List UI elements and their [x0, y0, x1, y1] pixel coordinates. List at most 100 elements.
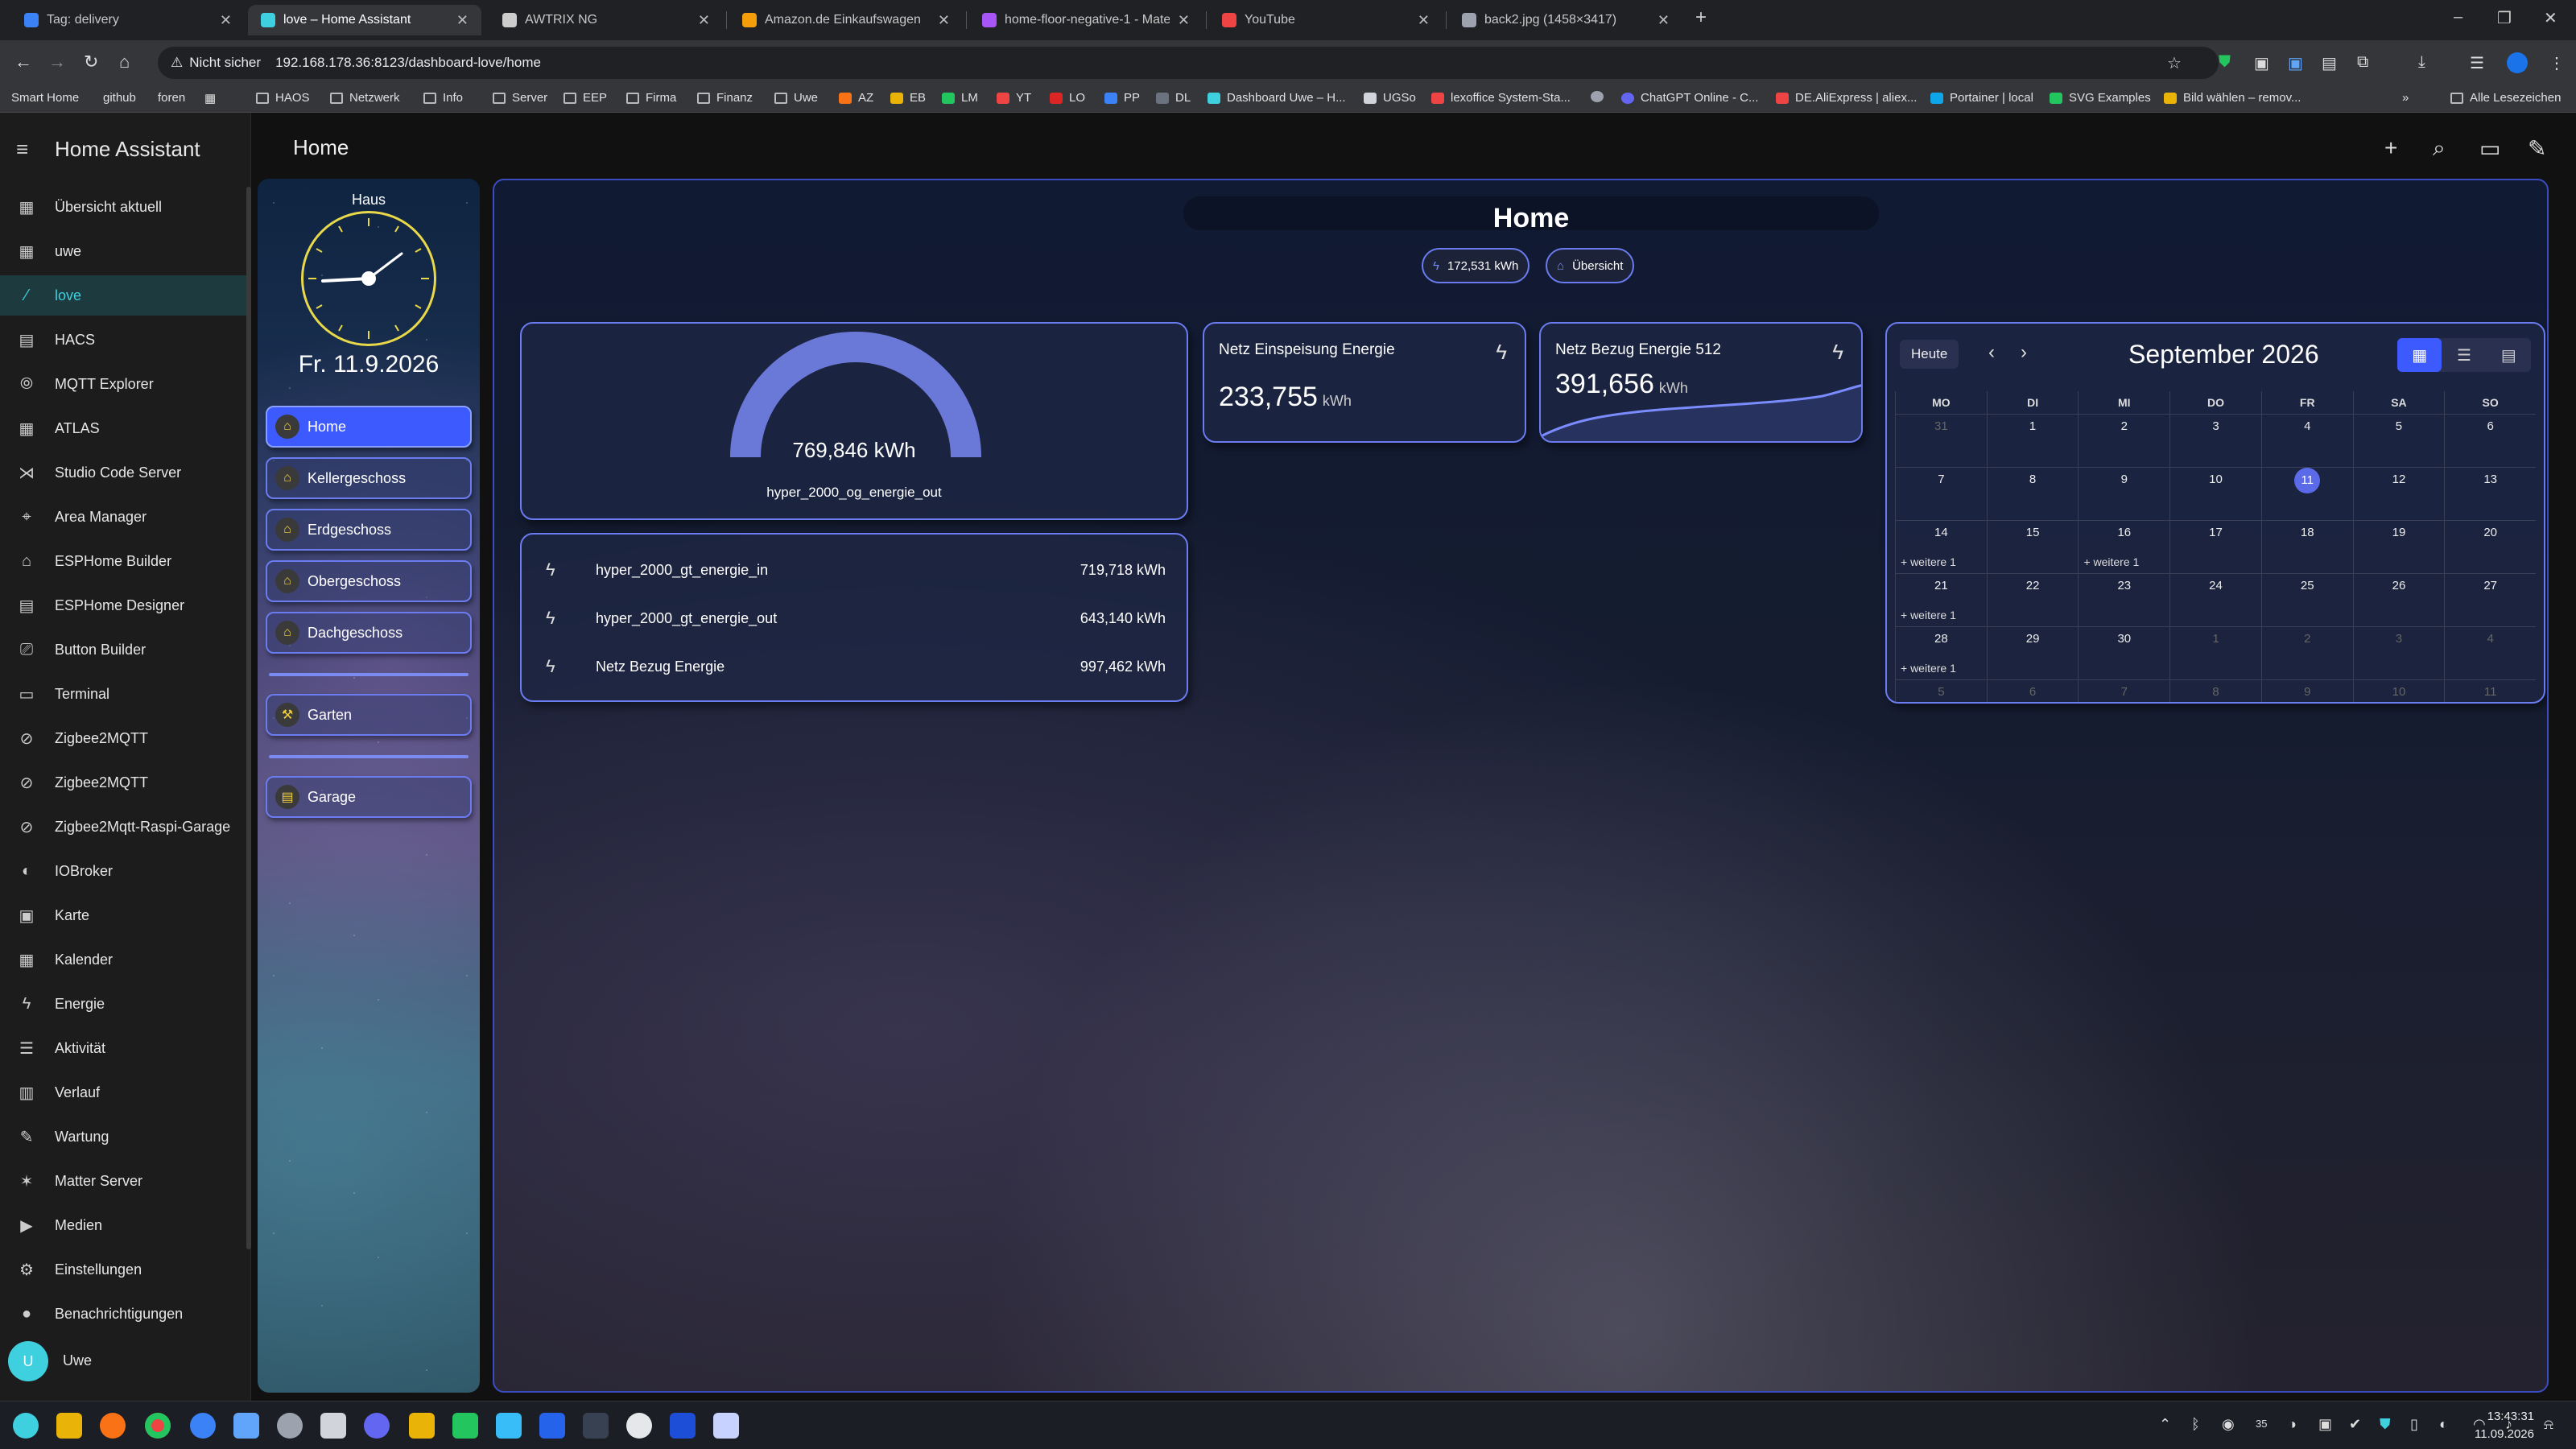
close-icon[interactable]: ✕ [220, 12, 232, 29]
bookmark-folder[interactable]: Alle Lesezeichen [2450, 91, 2561, 105]
sidebar-item[interactable]: ☰ Aktivität [0, 1028, 246, 1068]
calendar-day-cell[interactable]: 11 [2444, 680, 2536, 702]
list-view-icon[interactable]: ☰ [2442, 338, 2486, 372]
app-icon[interactable] [320, 1413, 346, 1439]
bookmark-folder[interactable]: Info [423, 91, 463, 105]
app-icon[interactable] [277, 1413, 303, 1439]
month-view-icon[interactable]: ▦ [2397, 338, 2442, 372]
close-icon[interactable]: ✕ [1418, 12, 1430, 29]
calendar-day-cell[interactable]: 28 + weitere 1 [1895, 627, 1987, 679]
gauge-card[interactable]: 769,846 kWh hyper_2000_og_energie_out [520, 322, 1188, 520]
bluetooth-icon[interactable]: ᛒ [2191, 1416, 2200, 1433]
calendar-day-cell[interactable]: 5 [1895, 680, 1987, 702]
start-icon[interactable] [13, 1413, 39, 1439]
chatgpt-icon[interactable] [626, 1413, 652, 1439]
bookmark-folder[interactable]: Netzwerk [330, 91, 400, 105]
week-view-icon[interactable]: ▤ [2487, 338, 2531, 372]
bookmark-item[interactable]: YT [997, 91, 1031, 105]
bookmark-item[interactable]: Smart Home [11, 91, 79, 105]
reload-icon[interactable]: ↻ [84, 52, 98, 72]
calendar-day-cell[interactable]: 21 + weitere 1 [1895, 574, 1987, 626]
more-vert-icon[interactable]: ⋮ [2549, 53, 2565, 73]
calendar-day-cell[interactable]: 9 [2078, 468, 2169, 520]
calendar-day-cell[interactable]: 20 [2444, 521, 2536, 573]
extension-icon[interactable]: ▣ [2288, 53, 2303, 73]
app-icon[interactable] [670, 1413, 696, 1439]
bookmark-item[interactable]: EB [890, 91, 926, 105]
calendar-day-cell[interactable]: 3 [2352, 627, 2445, 679]
app-icon[interactable] [190, 1413, 216, 1439]
sidebar-item[interactable]: ⊘ Zigbee2Mqtt-Raspi-Garage [0, 807, 246, 847]
bookmark-item[interactable] [1591, 91, 1610, 102]
bookmark-item[interactable]: Dashboard Uwe – H... [1208, 91, 1346, 105]
forward-icon[interactable]: → [48, 52, 66, 72]
bookmark-item[interactable]: DL [1156, 91, 1191, 105]
bookmark-item[interactable]: Portainer | local [1930, 91, 2033, 105]
more-events-link[interactable]: + weitere 1 [1901, 555, 1956, 568]
calendar-day-cell[interactable]: 8 [2169, 680, 2261, 702]
calendar-day-cell[interactable]: 27 [2444, 574, 2536, 626]
browser-tab[interactable]: AWTRIX NG ✕ [489, 5, 723, 35]
today-button[interactable]: Heute [1900, 340, 1959, 369]
calendar-day-cell[interactable]: 22 [1986, 574, 2079, 626]
chevron-left-icon[interactable]: ‹ [1988, 341, 1995, 364]
calendar-day-cell[interactable]: 6 [2444, 415, 2536, 467]
more-events-link[interactable]: + weitere 1 [2083, 555, 2139, 568]
room-button-erdgeschoss[interactable]: ⌂ Erdgeschoss [266, 509, 472, 551]
entity-row[interactable]: ϟ hyper_2000_gt_energie_out 643,140 kWh [546, 602, 1166, 634]
bookmark-item[interactable]: SVG Examples [2050, 91, 2151, 105]
calendar-day-cell[interactable]: 10 [2169, 468, 2261, 520]
browser-tab[interactable]: home-floor-negative-1 - Mater ✕ [969, 5, 1203, 35]
battery-icon[interactable]: ▯ [2410, 1416, 2418, 1433]
sidebar-item[interactable]: ▦ ATLAS [0, 408, 246, 448]
security-label[interactable]: Nicht sicher [189, 55, 261, 71]
entity-row[interactable]: ϟ hyper_2000_gt_energie_in 719,718 kWh [546, 554, 1166, 586]
calendar-day-cell[interactable]: 15 [1986, 521, 2079, 573]
room-button-dachgeschoss[interactable]: ⌂ Dachgeschoss [266, 612, 472, 654]
room-button-kellergeschoss[interactable]: ⌂ Kellergeschoss [266, 457, 472, 499]
energy-chip[interactable]: ϟ 172,531 kWh [1422, 248, 1530, 283]
sidebar-item[interactable]: ▭ Terminal [0, 674, 246, 714]
file-explorer-icon[interactable] [56, 1413, 82, 1439]
sidebar-item[interactable]: ⌖ Area Manager [0, 497, 246, 537]
menu-toggle-icon[interactable]: ≡ [16, 137, 28, 162]
browser-tab[interactable]: Tag: delivery ✕ [11, 5, 245, 35]
calendar-day-cell[interactable]: 11 [2260, 468, 2353, 520]
tray-app-icon[interactable]: ◑ [2288, 1416, 2297, 1433]
calendar-day-cell[interactable]: 1 [2169, 627, 2261, 679]
calendar-day-cell[interactable]: 8 [1986, 468, 2079, 520]
sidebar-item[interactable]: ▥ Verlauf [0, 1072, 246, 1113]
calendar-day-cell[interactable]: 2 [2260, 627, 2353, 679]
calendar-day-cell[interactable]: 10 [2352, 680, 2445, 702]
reading-list-icon[interactable]: ☰ [2470, 53, 2484, 73]
bookmark-item[interactable]: ChatGPT Online - C... [1621, 91, 1758, 105]
calendar-day-cell[interactable]: 1 [1986, 415, 2079, 467]
sidebar-item[interactable]: ⦾ MQTT Explorer [0, 364, 246, 404]
app-icon[interactable] [496, 1413, 522, 1439]
sidebar-item[interactable]: ✶ Matter Server [0, 1161, 246, 1201]
download-icon[interactable]: ⤓ [2418, 53, 2425, 72]
calendar-day-cell[interactable]: 18 [2260, 521, 2353, 573]
more-events-link[interactable]: + weitere 1 [1901, 662, 1956, 675]
app-icon[interactable] [713, 1413, 739, 1439]
room-button-garage[interactable]: ▤ Garage [266, 776, 472, 818]
assist-chat-icon[interactable]: ▭ [2479, 135, 2500, 162]
tray-app-icon[interactable]: ▣ [2318, 1416, 2332, 1433]
terminal-icon[interactable] [583, 1413, 609, 1439]
discord-icon[interactable] [364, 1413, 390, 1439]
bookmark-item[interactable]: AZ [839, 91, 873, 105]
tray-app-icon[interactable]: ◐ [2439, 1416, 2448, 1433]
search-icon[interactable]: ⌕ [2433, 135, 2446, 162]
entity-row[interactable]: ϟ Netz Bezug Energie 997,462 kWh [546, 650, 1166, 683]
bookmark-star-icon[interactable]: ☆ [2167, 53, 2182, 73]
home-icon[interactable]: ⌂ [119, 52, 130, 72]
vscode-icon[interactable] [539, 1413, 565, 1439]
calendar-day-cell[interactable]: 3 [2169, 415, 2261, 467]
discord-tray-icon[interactable]: ◉ [2222, 1416, 2235, 1433]
browser-tab[interactable]: Amazon.de Einkaufswagen ✕ [729, 5, 963, 35]
sidebar-item[interactable]: ⎚ Button Builder [0, 630, 246, 670]
calendar-day-cell[interactable]: 12 [2352, 468, 2445, 520]
calendar-day-cell[interactable]: 7 [2078, 680, 2169, 702]
sidebar-item[interactable]: ▤ ESPHome Designer [0, 585, 246, 625]
browser-tab[interactable]: back2.jpg (1458×3417) ✕ [1449, 5, 1682, 35]
